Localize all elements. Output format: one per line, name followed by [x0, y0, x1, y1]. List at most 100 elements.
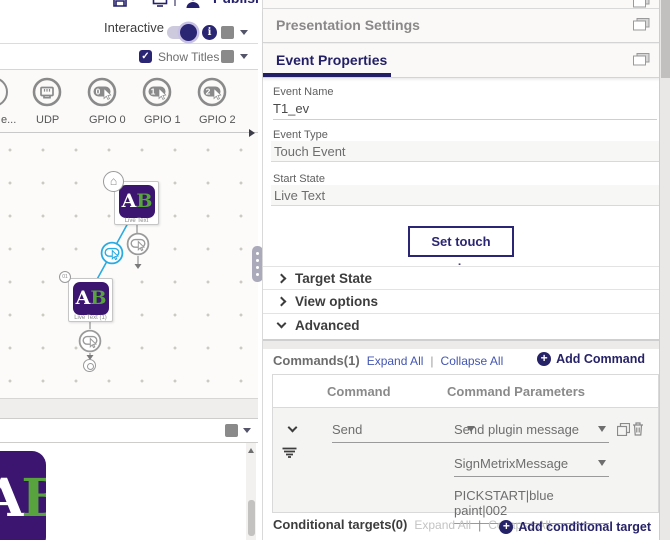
collapse-all-link[interactable]: Collapse All: [441, 354, 504, 368]
panel-collapse-arrow[interactable]: [249, 129, 255, 137]
gpio1-icon[interactable]: 1: [142, 77, 172, 107]
active-tab-indicator: [263, 73, 391, 77]
event-type-field: Touch Event: [271, 141, 659, 162]
column-command-parameters: Command Parameters: [447, 384, 585, 399]
gpio-number: 0: [96, 87, 101, 97]
info-icon[interactable]: i: [202, 25, 217, 40]
chevron-down-icon: [277, 319, 287, 329]
scrollbar-thumb[interactable]: [248, 500, 255, 536]
zone-color-swatch[interactable]: [221, 26, 234, 39]
touch-target-icon[interactable]: [83, 359, 96, 372]
tab-presentation-settings[interactable]: Presentation Settings: [263, 9, 660, 43]
show-titles-label: Show Titles: [158, 50, 219, 64]
plugin-message-value: PICKSTART|blue paint|002: [454, 488, 554, 518]
home-state-icon[interactable]: ⌂: [103, 171, 124, 192]
start-state-label: Start State: [273, 173, 325, 185]
plugin-dropdown[interactable]: SignMetrixMessage: [454, 456, 609, 477]
section-gap: [263, 340, 660, 349]
param-type-value: Send plugin message: [454, 422, 579, 437]
state-canvas[interactable]: AB Live Text ⌂ AB Live Text (1) 01: [0, 133, 258, 398]
link-separator: |: [430, 354, 433, 368]
logo-letter-b: B: [21, 468, 46, 529]
popout-window-icon[interactable]: [633, 53, 650, 66]
command-order-icon[interactable]: [281, 447, 298, 458]
preview-toolbar: [0, 419, 258, 443]
dropdown-caret: [598, 460, 606, 466]
section-view-options[interactable]: View options: [263, 290, 660, 314]
plus-icon: +: [537, 352, 551, 366]
event-palette: e... UDP 0 GPIO 0 1 GPIO 1: [0, 70, 258, 133]
tab-event-properties[interactable]: Event Properties: [263, 44, 660, 78]
delete-command-icon[interactable]: [632, 422, 644, 436]
duplicate-command-icon[interactable]: [617, 423, 630, 436]
param-type-dropdown[interactable]: Send plugin message: [454, 422, 609, 443]
plus-icon: +: [499, 520, 513, 534]
logo-letter-a: A: [0, 468, 21, 529]
node-order-badge: 01: [59, 271, 71, 283]
chevron-right-icon: [277, 297, 287, 307]
palette-item-partial-icon[interactable]: [0, 77, 8, 107]
dropdown-caret: [598, 426, 606, 432]
publish-user-icon[interactable]: [184, 0, 202, 9]
add-command-button[interactable]: + Add Command: [537, 352, 645, 366]
row-expand-chevron[interactable]: [288, 423, 298, 433]
palette-item-label: GPIO 1: [144, 114, 181, 126]
column-command: Command: [327, 384, 391, 399]
state-node-live-text-1[interactable]: AB Live Text (1): [68, 278, 113, 322]
zone-preview-panel: AB: [0, 443, 258, 540]
touch-event-icon[interactable]: [78, 329, 102, 353]
live-text-thumbnail: AB: [119, 185, 155, 218]
link-separator: |: [478, 518, 481, 532]
popout-window-icon[interactable]: [633, 18, 650, 31]
gpio-number: 2: [206, 87, 211, 97]
chevron-down-icon[interactable]: [240, 54, 248, 59]
commands-table-header: Command Command Parameters: [273, 375, 658, 408]
titles-color-swatch[interactable]: [221, 50, 234, 63]
scrollbar-thumb[interactable]: [661, 0, 670, 78]
add-command-label: Add Command: [556, 352, 645, 366]
properties-panel: Presentation Settings Event Properties E…: [262, 0, 659, 540]
interactive-toggle-knob[interactable]: [180, 24, 197, 41]
show-titles-checkbox[interactable]: ✓: [139, 50, 152, 63]
save-icon[interactable]: [112, 0, 128, 8]
live-text-preview-tile[interactable]: AB: [0, 451, 46, 540]
connector-lines: [0, 133, 258, 398]
preview-icon[interactable]: [152, 0, 168, 8]
gpio0-icon[interactable]: 0: [87, 77, 117, 107]
popout-window-icon[interactable]: [633, 0, 650, 8]
touch-event-icon-selected[interactable]: [100, 241, 124, 265]
udp-icon[interactable]: [32, 77, 62, 107]
event-name-input[interactable]: T1_ev: [273, 101, 657, 120]
chevron-down-icon[interactable]: [240, 30, 248, 35]
command-value: Send: [332, 422, 362, 437]
node-label: Live Text (1): [69, 315, 112, 321]
top-toolbar: Publish: [0, 0, 258, 11]
chevron-right-icon: [277, 274, 287, 284]
publish-button[interactable]: Publish: [213, 0, 258, 6]
show-titles-row: ✓ Show Titles: [0, 44, 258, 70]
expand-all-link-disabled: Expand All: [414, 518, 471, 532]
start-state-field: Live Text: [271, 185, 659, 206]
chevron-down-icon[interactable]: [243, 428, 251, 433]
add-conditional-target-button[interactable]: + Add conditional target: [499, 520, 651, 534]
palette-item-label: UDP: [36, 114, 59, 126]
vertical-scrollbar[interactable]: [246, 443, 256, 540]
section-label: Advanced: [295, 318, 360, 333]
scroll-up-arrow[interactable]: [248, 448, 254, 453]
event-properties-title: Event Properties: [276, 52, 387, 68]
app-window: Publish Interactive i ✓ Show Titles e...: [0, 0, 670, 540]
set-touch-regions-button[interactable]: Set touch regions: [408, 226, 514, 257]
section-target-state[interactable]: Target State: [263, 266, 660, 290]
preview-color-swatch[interactable]: [225, 424, 238, 437]
window-scrollbar[interactable]: [659, 0, 670, 540]
section-advanced[interactable]: Advanced: [263, 314, 660, 340]
commands-table: Command Command Parameters Send Send plu…: [272, 374, 659, 513]
section-label: View options: [295, 294, 378, 309]
palette-item-label: GPIO 2: [199, 114, 236, 126]
touch-event-icon[interactable]: [126, 232, 150, 256]
panel-header-partial: [263, 0, 660, 9]
gpio2-icon[interactable]: 2: [197, 77, 227, 107]
gpio-number: 1: [151, 87, 156, 97]
node-label: Live Text: [115, 218, 158, 224]
expand-all-link[interactable]: Expand All: [367, 354, 424, 368]
